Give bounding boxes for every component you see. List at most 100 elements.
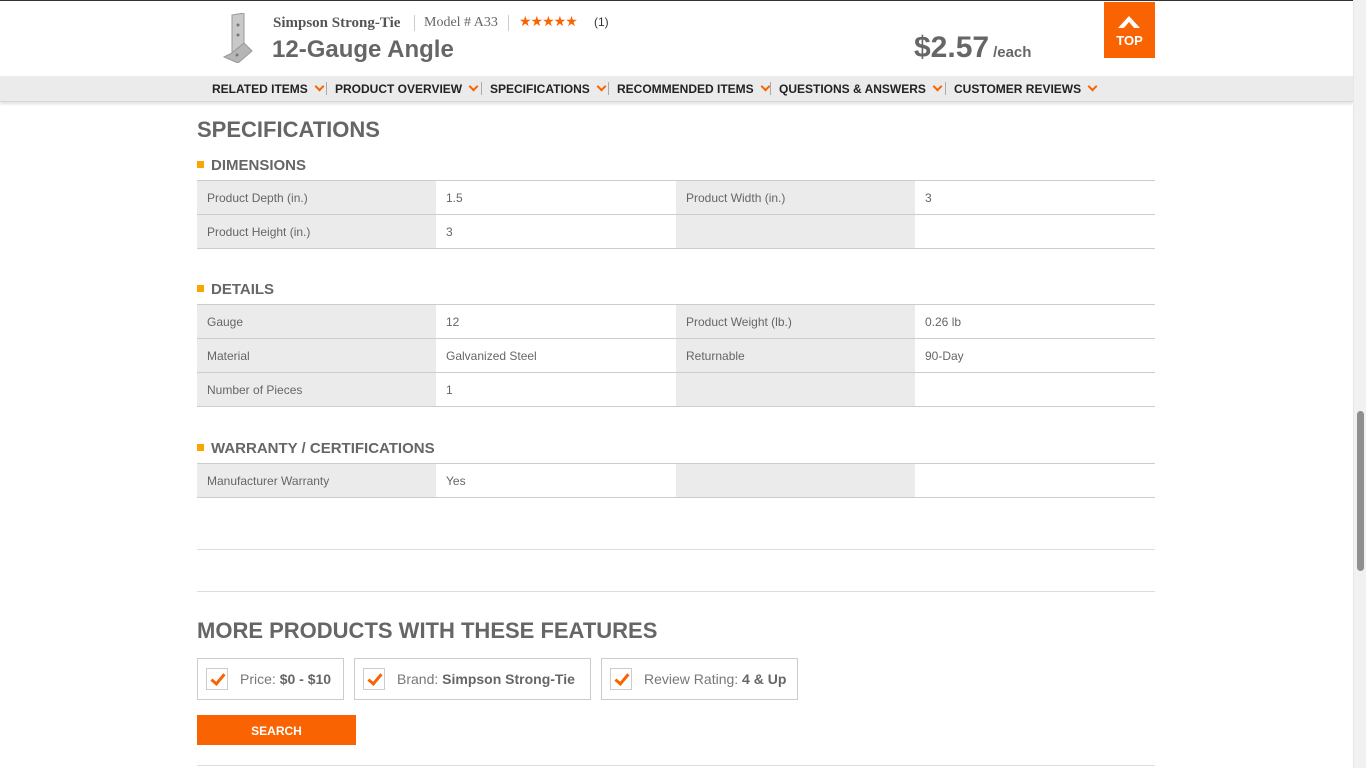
bullet-square-icon bbox=[197, 161, 204, 168]
filter-price[interactable]: Price: $0 - $10 bbox=[197, 658, 344, 700]
specifications-title: SPECIFICATIONS bbox=[197, 117, 380, 142]
chevron-down-icon bbox=[760, 81, 771, 92]
nav-customer-reviews[interactable]: CUSTOMER REVIEWS bbox=[954, 81, 1098, 96]
filter-text: Price: $0 - $10 bbox=[240, 671, 331, 687]
table-row: Material Galvanized Steel Returnable 90-… bbox=[197, 338, 1155, 373]
spec-key: Product Weight (lb.) bbox=[676, 304, 915, 339]
search-button[interactable]: SEARCH bbox=[197, 715, 356, 745]
spec-value: Yes bbox=[436, 463, 676, 498]
spec-key bbox=[676, 372, 915, 407]
more-products-title: MORE PRODUCTS WITH THESE FEATURES bbox=[197, 618, 658, 643]
nav-label: SPECIFICATIONS bbox=[490, 82, 590, 96]
spec-value bbox=[915, 372, 1155, 407]
divider bbox=[508, 15, 509, 31]
spec-value: Galvanized Steel bbox=[436, 338, 676, 373]
section-heading-label: DETAILS bbox=[211, 281, 275, 298]
nav-questions-answers[interactable]: QUESTIONS & ANSWERS bbox=[779, 81, 943, 96]
table-row: Product Height (in.) 3 bbox=[197, 214, 1155, 249]
nav-label: RECOMMENDED ITEMS bbox=[617, 82, 754, 96]
arrow-up-icon bbox=[1118, 16, 1140, 29]
divider bbox=[326, 82, 327, 95]
spec-value bbox=[915, 463, 1155, 498]
details-heading: DETAILS bbox=[197, 281, 274, 298]
nav-related-items[interactable]: RELATED ITEMS bbox=[212, 81, 325, 96]
section-divider bbox=[197, 765, 1155, 766]
spec-key: Gauge bbox=[197, 304, 436, 339]
spec-value: 3 bbox=[915, 180, 1155, 215]
spec-key: Product Width (in.) bbox=[676, 180, 915, 215]
chevron-down-icon bbox=[314, 81, 325, 92]
section-heading-label: WARRANTY / CERTIFICATIONS bbox=[211, 440, 435, 457]
warranty-heading: WARRANTY / CERTIFICATIONS bbox=[197, 440, 435, 457]
spec-value: 0.26 lb bbox=[915, 304, 1155, 339]
brand-link[interactable]: Simpson Strong-Tie bbox=[273, 15, 400, 32]
filter-label: Review Rating: bbox=[644, 671, 739, 687]
bullet-square-icon bbox=[197, 285, 204, 292]
table-row: Manufacturer Warranty Yes bbox=[197, 463, 1155, 498]
nav-label: CUSTOMER REVIEWS bbox=[954, 82, 1082, 96]
table-row: Gauge 12 Product Weight (lb.) 0.26 lb bbox=[197, 304, 1155, 339]
filter-label: Price: bbox=[240, 671, 276, 687]
chevron-down-icon bbox=[932, 81, 943, 92]
scrollbar-thumb[interactable] bbox=[1357, 411, 1364, 571]
nav-recommended-items[interactable]: RECOMMENDED ITEMS bbox=[617, 81, 771, 96]
spec-key: Returnable bbox=[676, 338, 915, 373]
chevron-down-icon bbox=[596, 81, 607, 92]
section-divider bbox=[197, 591, 1155, 592]
back-to-top-button[interactable]: TOP bbox=[1104, 2, 1155, 58]
product-title: 12-Gauge Angle bbox=[272, 36, 454, 63]
nav-product-overview[interactable]: PRODUCT OVERVIEW bbox=[335, 81, 479, 96]
filter-value: $0 - $10 bbox=[279, 671, 332, 687]
details-table: Gauge 12 Product Weight (lb.) 0.26 lb Ma… bbox=[197, 304, 1155, 407]
spec-value: 1 bbox=[436, 372, 676, 407]
divider bbox=[945, 82, 946, 95]
checkbox-checked-icon[interactable] bbox=[610, 668, 632, 690]
spec-key: Product Height (in.) bbox=[197, 214, 436, 249]
filter-text: Brand: Simpson Strong-Tie bbox=[397, 671, 575, 687]
divider bbox=[481, 82, 482, 95]
chevron-down-icon bbox=[468, 81, 479, 92]
checkbox-checked-icon[interactable] bbox=[206, 668, 228, 690]
section-heading-label: DIMENSIONS bbox=[211, 157, 307, 174]
review-count[interactable]: (1) bbox=[594, 15, 609, 29]
dimensions-table: Product Depth (in.) 1.5 Product Width (i… bbox=[197, 180, 1155, 249]
spec-key: Material bbox=[197, 338, 436, 373]
nav-label: QUESTIONS & ANSWERS bbox=[779, 82, 926, 96]
rating-stars[interactable]: ★★★★★ bbox=[519, 13, 578, 30]
spec-value: 1.5 bbox=[436, 180, 676, 215]
spec-key: Manufacturer Warranty bbox=[197, 463, 436, 498]
spec-key bbox=[676, 214, 915, 249]
product-thumbnail bbox=[222, 13, 253, 63]
product-price: $2.57/each bbox=[914, 31, 1031, 65]
spec-key bbox=[676, 463, 915, 498]
sticky-product-header: Simpson Strong-Tie Model # A33 ★★★★★ (1)… bbox=[0, 0, 1353, 76]
filter-value: Simpson Strong-Tie bbox=[442, 671, 575, 687]
spec-key: Number of Pieces bbox=[197, 372, 436, 407]
table-row: Product Depth (in.) 1.5 Product Width (i… bbox=[197, 180, 1155, 215]
section-nav: RELATED ITEMS PRODUCT OVERVIEW SPECIFICA… bbox=[0, 76, 1353, 102]
model-number: Model # A33 bbox=[424, 15, 498, 30]
spec-value: 12 bbox=[436, 304, 676, 339]
chevron-down-icon bbox=[1087, 81, 1098, 92]
spec-key: Product Depth (in.) bbox=[197, 180, 436, 215]
vertical-scrollbar[interactable] bbox=[1353, 0, 1366, 768]
nav-label: PRODUCT OVERVIEW bbox=[335, 82, 463, 96]
warranty-table: Manufacturer Warranty Yes bbox=[197, 463, 1155, 498]
checkbox-checked-icon[interactable] bbox=[363, 668, 385, 690]
bullet-square-icon bbox=[197, 444, 204, 451]
price-unit: /each bbox=[993, 44, 1032, 61]
filter-label: Brand: bbox=[397, 671, 439, 687]
filter-review-rating[interactable]: Review Rating: 4 & Up bbox=[601, 658, 798, 700]
dimensions-heading: DIMENSIONS bbox=[197, 157, 306, 174]
filter-brand[interactable]: Brand: Simpson Strong-Tie bbox=[354, 658, 591, 700]
table-row: Number of Pieces 1 bbox=[197, 372, 1155, 407]
spec-value: 3 bbox=[436, 214, 676, 249]
filter-value: 4 & Up bbox=[742, 671, 787, 687]
nav-specifications[interactable]: SPECIFICATIONS bbox=[490, 81, 607, 96]
section-divider bbox=[197, 549, 1155, 550]
filter-text: Review Rating: 4 & Up bbox=[644, 671, 786, 687]
divider bbox=[414, 15, 415, 31]
top-label: TOP bbox=[1116, 33, 1143, 48]
price-value: $2.57 bbox=[914, 31, 990, 64]
spec-value bbox=[915, 214, 1155, 249]
